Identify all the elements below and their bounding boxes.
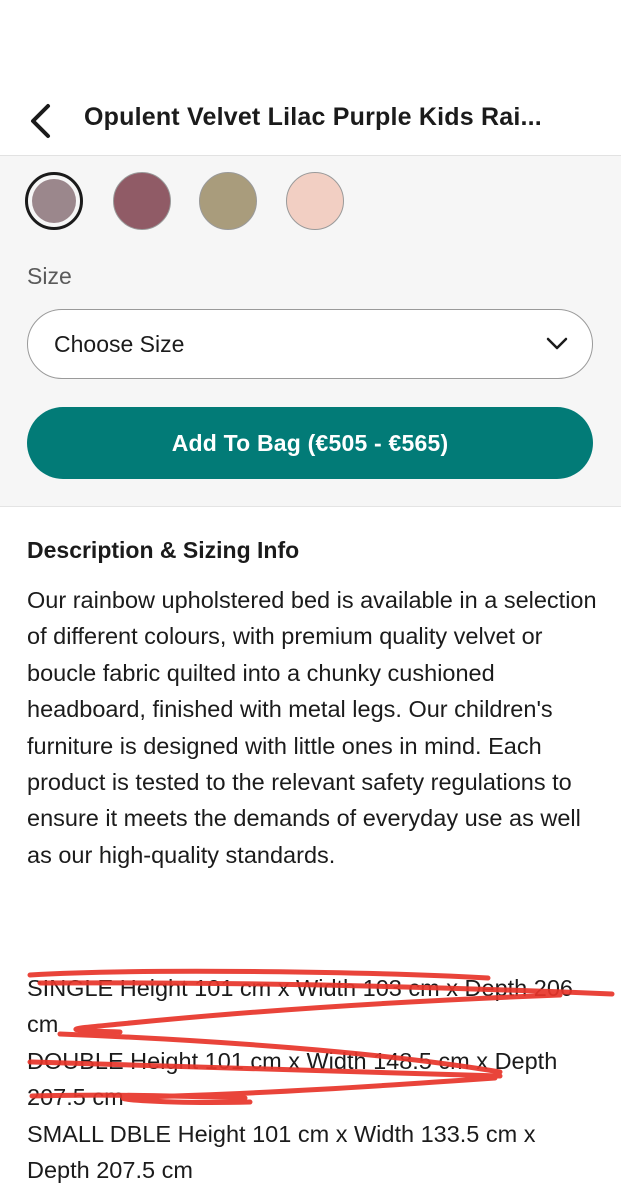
size-label: Size (27, 263, 72, 289)
description-heading: Description & Sizing Info (27, 537, 300, 563)
colour-swatch-taupe[interactable] (199, 172, 257, 230)
back-button[interactable] (20, 100, 60, 142)
chevron-left-icon (31, 104, 50, 138)
size-dimensions-list: SINGLE Height 101 cm x Width 103 cm x De… (27, 970, 587, 1188)
page-title: Opulent Velvet Lilac Purple Kids Rai... (84, 103, 542, 131)
top-bar: Opulent Velvet Lilac Purple Kids Rai... (0, 0, 621, 156)
size-line-single: SINGLE Height 101 cm x Width 103 cm x De… (27, 975, 573, 1038)
colour-swatch-mauve[interactable] (113, 172, 171, 230)
size-dropdown-value: Choose Size (54, 331, 185, 357)
add-to-bag-button[interactable]: Add To Bag (€505 - €565) (27, 407, 593, 479)
colour-swatch-pink[interactable] (286, 172, 344, 230)
chevron-down-icon (546, 337, 568, 350)
colour-swatch-lilac[interactable] (25, 172, 83, 230)
add-to-bag-label: Add To Bag (€505 - €565) (171, 429, 449, 456)
size-line-small-double: SMALL DBLE Height 101 cm x Width 133.5 c… (27, 1120, 536, 1184)
size-line-double: DOUBLE Height 101 cm x Width 148.5 cm x … (27, 1047, 558, 1111)
size-dropdown[interactable]: Choose Size (27, 309, 593, 379)
description-text: Our rainbow upholstered bed is available… (27, 587, 597, 868)
swatch-fill (32, 179, 76, 223)
